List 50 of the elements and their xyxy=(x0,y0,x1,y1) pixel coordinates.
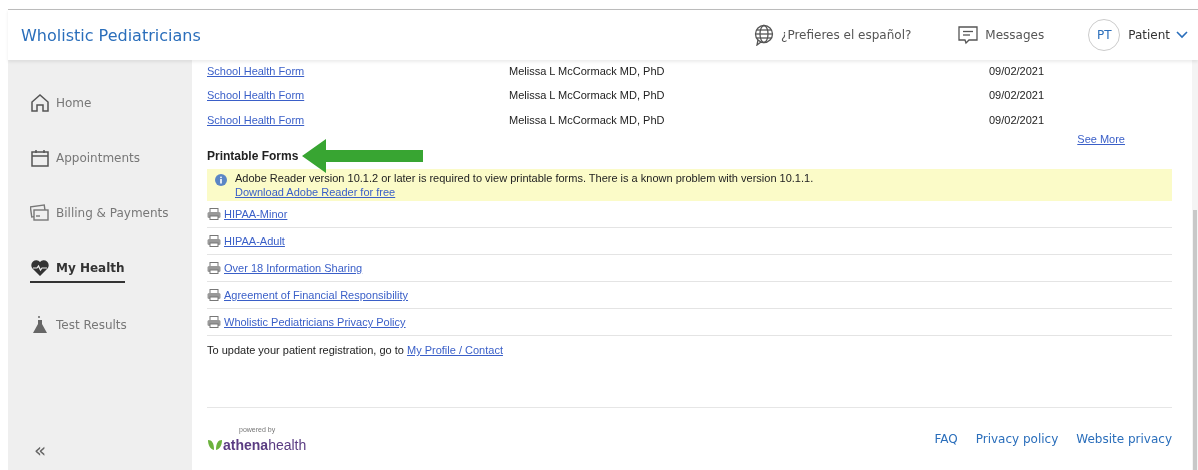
message-icon xyxy=(957,24,980,46)
flask-icon xyxy=(30,315,50,335)
home-icon xyxy=(30,93,50,113)
info-icon xyxy=(215,174,227,186)
practice-name[interactable]: Wholistic Pediatricians xyxy=(21,25,201,45)
provider-name: Melissa L McCormack MD, PhD xyxy=(509,65,666,77)
update-text: To update your patient registration, go to My Profile / Contact xyxy=(207,344,504,356)
printer-icon xyxy=(207,289,221,301)
see-more-link[interactable]: See More xyxy=(1077,133,1125,145)
athenahealth-logo: athenahealth xyxy=(223,436,307,453)
chevron-down-icon xyxy=(1176,31,1188,39)
scrollbar[interactable] xyxy=(1192,60,1198,470)
calendar-icon xyxy=(30,148,50,168)
form-link[interactable]: HIPAA-Minor xyxy=(224,208,288,220)
printer-icon xyxy=(207,262,221,274)
printer-icon xyxy=(207,208,221,220)
globe-icon xyxy=(753,24,776,46)
user-menu[interactable]: Patient xyxy=(1128,28,1188,42)
cards-icon xyxy=(30,203,50,223)
printer-icon xyxy=(207,316,221,328)
form-link[interactable]: Over 18 Information Sharing xyxy=(224,262,363,274)
download-link[interactable]: Download Adobe Reader for free xyxy=(235,186,396,198)
form-link[interactable]: Wholistic Pediatricians Privacy Policy xyxy=(224,316,406,328)
messages-link[interactable]: Messages xyxy=(957,24,1045,46)
document-date: 09/02/2021 xyxy=(989,88,1045,101)
sidebar-item[interactable]: Appointments xyxy=(30,147,141,171)
provider-name: Melissa L McCormack MD, PhD xyxy=(509,113,666,126)
language-link[interactable]: ¿Prefieres el español? xyxy=(753,24,912,46)
section-title: Printable Forms xyxy=(207,149,299,163)
sidebar-item[interactable]: Billing & Payments xyxy=(30,202,169,226)
document-link[interactable]: School Health Form xyxy=(207,88,509,101)
printer-icon xyxy=(207,235,221,247)
document-date: 09/02/2021 xyxy=(989,113,1045,126)
form-link[interactable]: Agreement of Financial Responsibility xyxy=(224,289,409,301)
collapse-button[interactable]: « xyxy=(34,438,47,462)
footer-link[interactable]: FAQ xyxy=(934,432,958,446)
footer-link[interactable]: Website privacy xyxy=(1076,432,1172,446)
document-link[interactable]: School Health Form xyxy=(207,113,509,126)
sidebar-item[interactable]: Home xyxy=(30,92,92,116)
profile-link[interactable]: My Profile / Contact xyxy=(406,344,503,356)
provider-name: Melissa L McCormack MD, PhD xyxy=(509,88,666,101)
document-date: 09/02/2021 xyxy=(989,65,1045,77)
heart-icon xyxy=(30,258,50,278)
sidebar-item[interactable]: My Health xyxy=(30,257,125,283)
footer-link[interactable]: Privacy policy xyxy=(975,432,1059,446)
leaf-icon xyxy=(207,438,223,451)
sidebar-item[interactable]: Test Results xyxy=(30,314,127,338)
form-link[interactable]: HIPAA-Adult xyxy=(224,235,285,247)
notice-text: Adobe Reader version 10.1.2 or later is required to view printable forms. There is a known problem with version 10.1.1. xyxy=(235,172,814,184)
document-link[interactable]: School Health Form xyxy=(207,65,509,77)
